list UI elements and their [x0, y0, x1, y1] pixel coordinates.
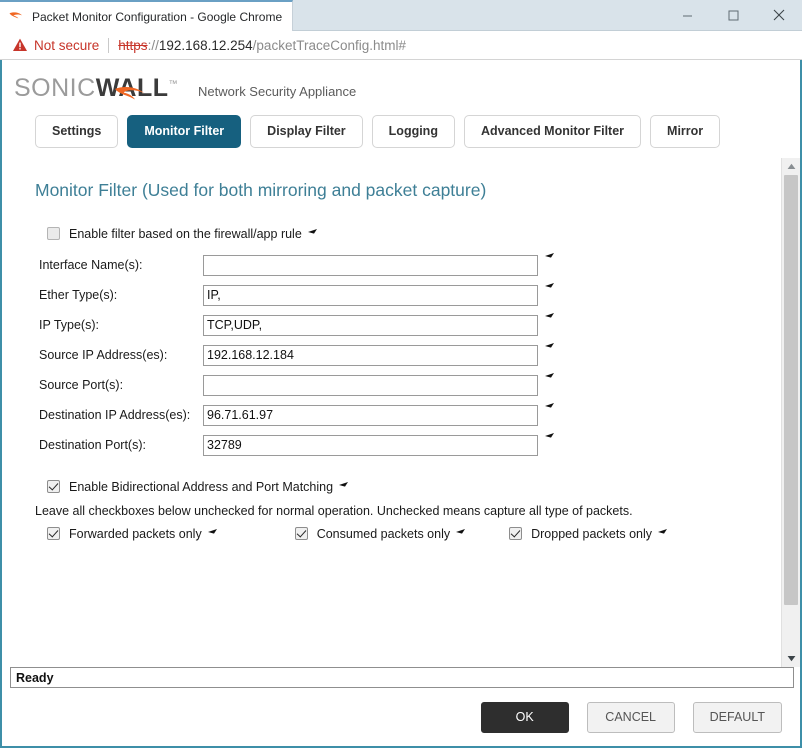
not-secure-warning-icon: [12, 37, 28, 53]
tooltip-marker-icon[interactable]: [207, 529, 217, 538]
chrome-window: Packet Monitor Configuration - Google Ch…: [0, 0, 802, 748]
field-row-interface-names: Interface Name(s):: [35, 251, 781, 280]
consumed-packets-label: Consumed packets only: [316, 526, 451, 541]
label-ip-types: IP Type(s):: [39, 318, 99, 332]
default-button[interactable]: DEFAULT: [692, 701, 782, 733]
enable-rule-filter-checkbox[interactable]: [47, 227, 60, 240]
field-row-destination-ip-addresses: Destination IP Address(es):: [35, 401, 781, 430]
input-ip-types[interactable]: [203, 314, 538, 336]
scroll-down-button[interactable]: [782, 650, 800, 667]
input-interface-names[interactable]: [203, 254, 538, 276]
cancel-button[interactable]: CANCEL: [586, 701, 675, 733]
scroll-up-button[interactable]: [782, 157, 800, 175]
tab-monitor-filter[interactable]: Monitor Filter: [127, 115, 242, 148]
tooltip-marker-icon[interactable]: [545, 372, 554, 382]
minimize-button[interactable]: [664, 0, 710, 30]
tab-settings[interactable]: Settings: [35, 115, 119, 148]
label-destination-ip-addresses: Destination IP Address(es):: [39, 408, 191, 422]
input-ether-types[interactable]: [203, 284, 538, 306]
page-title: Monitor Filter (Used for both mirroring …: [35, 179, 487, 200]
tooltip-marker-icon[interactable]: [456, 529, 466, 538]
status-text: Ready: [16, 670, 54, 685]
input-source-ports[interactable]: [203, 374, 538, 396]
not-secure-label: Not secure: [34, 37, 100, 53]
field-row-ip-types: IP Type(s):: [35, 311, 781, 340]
filter-fields: Interface Name(s): Ether Type(s): IP, IP…: [35, 251, 781, 460]
field-row-source-ip-addresses: Source IP Address(es):: [35, 341, 781, 370]
maximize-button[interactable]: [710, 0, 756, 30]
enable-rule-filter-row[interactable]: Enable filter based on the firewall/app …: [47, 227, 781, 241]
tab-advanced-monitor-filter[interactable]: Advanced Monitor Filter: [463, 115, 642, 148]
input-destination-ip-addresses[interactable]: [203, 404, 538, 426]
label-source-ip-addresses: Source IP Address(es):: [39, 348, 168, 362]
packet-type-options: Forwarded packets only Consumed packets …: [47, 527, 781, 541]
url-path: /packetTraceConfig.html#: [252, 37, 406, 53]
dropped-packets-checkbox[interactable]: [509, 527, 523, 540]
input-source-ip-addresses[interactable]: [203, 344, 538, 366]
logo-trademark: ™: [168, 78, 179, 89]
tab-bar: Settings Monitor Filter Display Filter L…: [2, 111, 800, 158]
browser-title-bar: Packet Monitor Configuration - Google Ch…: [0, 0, 802, 31]
page-content: SONICWALL™ Network Security Appliance Se…: [0, 60, 802, 748]
tooltip-marker-icon[interactable]: [339, 482, 349, 491]
label-destination-ports: Destination Port(s):: [39, 438, 146, 452]
bidirectional-matching-label: Enable Bidirectional Address and Port Ma…: [69, 479, 334, 494]
status-bar: Ready: [10, 667, 794, 688]
consumed-packets-checkbox[interactable]: [294, 527, 308, 540]
dropped-packets-row[interactable]: Dropped packets only: [509, 526, 668, 541]
bidirectional-matching-checkbox[interactable]: [47, 480, 60, 493]
tooltip-marker-icon[interactable]: [545, 402, 554, 412]
label-interface-names: Interface Name(s):: [39, 258, 143, 272]
scrollbar-thumb[interactable]: [784, 174, 798, 605]
url-scheme: https: [118, 37, 148, 53]
browser-tab-title: Packet Monitor Configuration - Google Ch…: [32, 9, 283, 24]
logo-text-wall: WALL: [95, 74, 169, 102]
field-row-source-ports: Source Port(s):: [35, 371, 781, 400]
input-destination-ports[interactable]: [203, 434, 538, 456]
sonicwall-favicon-icon: [8, 9, 24, 25]
url-separator: ://: [147, 37, 159, 53]
tooltip-marker-icon[interactable]: [545, 282, 554, 292]
address-bar-url: https://192.168.12.254/packetTraceConfig…: [118, 38, 406, 53]
label-source-ports: Source Port(s):: [39, 378, 124, 392]
ok-button[interactable]: OK: [480, 701, 569, 733]
tooltip-marker-icon[interactable]: [658, 529, 668, 538]
tab-display-filter[interactable]: Display Filter: [250, 115, 363, 148]
forwarded-packets-checkbox[interactable]: [47, 527, 60, 540]
url-host: 192.168.12.254: [158, 37, 253, 53]
field-row-ether-types: Ether Type(s):: [35, 281, 781, 310]
forwarded-packets-row[interactable]: Forwarded packets only: [47, 527, 217, 541]
tab-mirror[interactable]: Mirror: [650, 115, 721, 148]
sonicwall-logo: SONICWALL™: [14, 76, 178, 101]
scrollable-form-region: Monitor Filter (Used for both mirroring …: [2, 157, 800, 668]
tooltip-marker-icon[interactable]: [545, 342, 554, 352]
tooltip-marker-icon[interactable]: [545, 252, 554, 262]
bidirectional-matching-row[interactable]: Enable Bidirectional Address and Port Ma…: [47, 480, 781, 494]
tooltip-marker-icon[interactable]: [307, 229, 317, 238]
field-row-destination-ports: Destination Port(s):: [35, 431, 781, 460]
forwarded-packets-label: Forwarded packets only: [69, 526, 202, 541]
logo-text-sonic: SONIC: [14, 74, 96, 102]
enable-rule-filter-label: Enable filter based on the firewall/app …: [69, 226, 302, 241]
label-ether-types: Ether Type(s):: [39, 288, 118, 302]
tooltip-marker-icon[interactable]: [545, 312, 554, 322]
brand-subtitle: Network Security Appliance: [198, 84, 357, 99]
dropped-packets-label: Dropped packets only: [531, 526, 653, 541]
tab-logging[interactable]: Logging: [371, 115, 455, 148]
monitor-filter-form: Monitor Filter (Used for both mirroring …: [2, 158, 781, 668]
tooltip-marker-icon[interactable]: [545, 432, 554, 442]
brand-header: SONICWALL™ Network Security Appliance: [2, 60, 800, 111]
address-bar-divider: [108, 37, 110, 53]
browser-tab[interactable]: Packet Monitor Configuration - Google Ch…: [0, 0, 294, 31]
packet-options-note: Leave all checkboxes below unchecked for…: [35, 503, 633, 518]
window-controls: [664, 0, 802, 30]
vertical-scrollbar[interactable]: [781, 157, 800, 667]
close-button[interactable]: [756, 0, 802, 30]
address-bar[interactable]: Not secure https://192.168.12.254/packet…: [0, 31, 802, 60]
dialog-footer: OK CANCEL DEFAULT: [2, 688, 800, 746]
scrollbar-track[interactable]: [782, 174, 800, 650]
consumed-packets-row[interactable]: Consumed packets only: [294, 526, 466, 541]
title-bar-drag-area: [293, 0, 664, 30]
